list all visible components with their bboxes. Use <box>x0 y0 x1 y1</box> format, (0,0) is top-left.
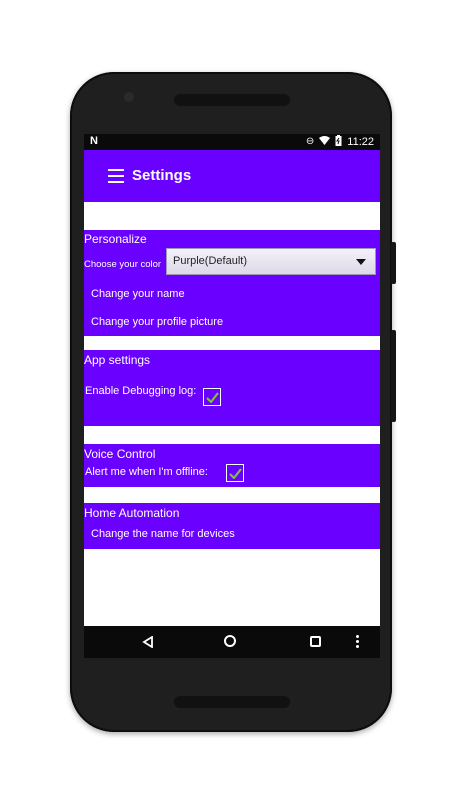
section-title-home-automation: Home Automation <box>84 506 180 520</box>
color-label: Choose your color <box>84 259 162 270</box>
back-icon[interactable] <box>142 636 154 648</box>
hamburger-menu-icon[interactable] <box>108 169 124 183</box>
rename-devices-item[interactable]: Change the name for devices <box>91 528 235 540</box>
debug-log-checkbox[interactable] <box>203 388 221 406</box>
wifi-icon <box>319 136 331 148</box>
screen: N ⊖ 11:22 Settings Personalize Choose yo… <box>84 134 380 658</box>
color-dropdown-value: Purple(Default) <box>173 255 247 267</box>
volume-button[interactable] <box>391 330 396 422</box>
section-title-voice-control: Voice Control <box>84 447 156 461</box>
home-icon[interactable] <box>224 635 236 647</box>
voice-control-section: Voice Control Alert me when I'm offline: <box>84 444 380 487</box>
checkmark-icon <box>205 391 219 403</box>
earpiece-speaker <box>174 94 290 106</box>
debug-log-label: Enable Debugging log: <box>85 385 197 397</box>
status-icons: ⊖ 11:22 <box>306 135 374 149</box>
camera-icon <box>124 92 134 102</box>
app-settings-section: App settings Enable Debugging log: <box>84 350 380 426</box>
section-title-app-settings: App settings <box>84 353 151 367</box>
color-dropdown[interactable]: Purple(Default) <box>166 248 376 275</box>
chevron-down-icon <box>356 259 366 265</box>
power-button[interactable] <box>391 242 396 284</box>
app-bar: Settings <box>84 150 380 202</box>
change-name-item[interactable]: Change your name <box>91 288 185 300</box>
bottom-speaker <box>174 696 290 708</box>
checkmark-icon <box>228 467 242 479</box>
notification-icon: N <box>90 135 98 147</box>
offline-alert-checkbox[interactable] <box>226 464 244 482</box>
do-not-disturb-icon: ⊖ <box>305 136 315 147</box>
personalize-section: Personalize Choose your color Purple(Def… <box>84 230 380 336</box>
change-profile-picture-item[interactable]: Change your profile picture <box>91 316 223 328</box>
navigation-bar <box>84 626 380 658</box>
section-title-personalize: Personalize <box>84 232 147 246</box>
status-bar: N ⊖ 11:22 <box>84 134 380 150</box>
status-time: 11:22 <box>347 136 374 148</box>
page-title: Settings <box>132 167 192 184</box>
recents-icon[interactable] <box>310 636 321 647</box>
battery-icon <box>335 135 342 149</box>
overflow-icon[interactable] <box>356 635 360 649</box>
offline-alert-label: Alert me when I'm offline: <box>85 466 208 478</box>
home-automation-section: Home Automation Change the name for devi… <box>84 503 380 549</box>
